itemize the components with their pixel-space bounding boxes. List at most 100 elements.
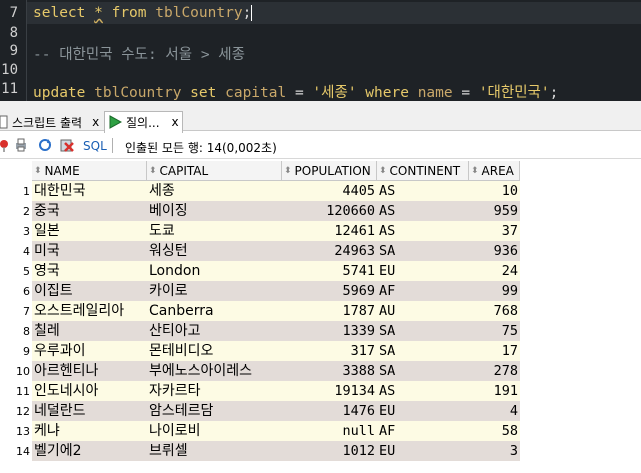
cell-capital[interactable]: 워싱턴: [147, 241, 282, 261]
cell-continent[interactable]: SA: [377, 361, 469, 381]
code-line-update[interactable]: update tblCountry set capital = '세종' whe…: [33, 81, 558, 101]
cell-continent[interactable]: AF: [377, 421, 469, 441]
tab-close-icon[interactable]: x: [172, 115, 179, 129]
cell-population[interactable]: 1476: [282, 401, 377, 421]
cell-continent[interactable]: AS: [377, 181, 469, 201]
cell-capital[interactable]: 베이징: [147, 201, 282, 221]
cell-capital[interactable]: 부에노스아이레스: [147, 361, 282, 381]
cell-capital[interactable]: 카이로: [147, 281, 282, 301]
row-number[interactable]: 2: [0, 205, 30, 218]
cell-continent[interactable]: AF: [377, 281, 469, 301]
row-number[interactable]: 7: [0, 305, 30, 318]
cell-population[interactable]: 12461: [282, 221, 377, 241]
code-line-comment[interactable]: -- 대한민국 수도: 서울 > 세종: [33, 43, 245, 64]
row-number[interactable]: 8: [0, 325, 30, 338]
sql-editor[interactable]: 7 8 9 10 11 select * from tblCountry; --…: [0, 0, 641, 101]
cell-continent[interactable]: SA: [377, 321, 469, 341]
tab-script-output[interactable]: 스크립트 출력 x: [0, 113, 99, 131]
sql-link[interactable]: SQL: [83, 139, 107, 153]
cell-area[interactable]: 58: [469, 421, 520, 441]
cell-area[interactable]: 37: [469, 221, 520, 241]
cell-name[interactable]: 우루과이: [32, 341, 147, 361]
print-icon[interactable]: [14, 138, 28, 152]
cell-name[interactable]: 아르헨티나: [32, 361, 147, 381]
cell-name[interactable]: 미국: [32, 241, 147, 261]
cell-area[interactable]: 24: [469, 261, 520, 281]
cell-name[interactable]: 중국: [32, 201, 147, 221]
cell-name[interactable]: 영국: [32, 261, 147, 281]
cell-continent[interactable]: AS: [377, 221, 469, 241]
column-header-capital[interactable]: ⬍ CAPITAL: [147, 161, 282, 181]
code-line-select[interactable]: select * from tblCountry;: [33, 5, 253, 21]
cell-capital[interactable]: 암스테르담: [147, 401, 282, 421]
cell-continent[interactable]: SA: [377, 341, 469, 361]
column-header-name[interactable]: ⬍ NAME: [32, 161, 147, 181]
cell-capital[interactable]: Canberra: [147, 301, 282, 321]
row-number[interactable]: 1: [0, 185, 30, 198]
row-number[interactable]: 13: [0, 425, 30, 438]
cell-area[interactable]: 4: [469, 401, 520, 421]
column-header-population[interactable]: ⬍ POPULATION: [282, 161, 377, 181]
cell-area[interactable]: 3: [469, 441, 520, 461]
cell-population[interactable]: 120660: [282, 201, 377, 221]
cell-name[interactable]: 인도네시아: [32, 381, 147, 401]
cell-area[interactable]: 191: [469, 381, 520, 401]
cell-capital[interactable]: 도쿄: [147, 221, 282, 241]
cell-population[interactable]: 1787: [282, 301, 377, 321]
cell-population[interactable]: 5969: [282, 281, 377, 301]
cell-continent[interactable]: SA: [377, 241, 469, 261]
cell-area[interactable]: 17: [469, 341, 520, 361]
cell-continent[interactable]: EU: [377, 401, 469, 421]
cell-capital[interactable]: 나이로비: [147, 421, 282, 441]
cell-area[interactable]: 768: [469, 301, 520, 321]
cell-name[interactable]: 오스트레일리아: [32, 301, 147, 321]
cell-continent[interactable]: AU: [377, 301, 469, 321]
row-number[interactable]: 3: [0, 225, 30, 238]
cell-continent[interactable]: EU: [377, 441, 469, 461]
cell-capital[interactable]: London: [147, 261, 282, 281]
row-number[interactable]: 5: [0, 265, 30, 278]
cell-population[interactable]: 5741: [282, 261, 377, 281]
cell-name[interactable]: 네덜란드: [32, 401, 147, 421]
row-number[interactable]: 6: [0, 285, 30, 298]
cell-population[interactable]: 24963: [282, 241, 377, 261]
cell-name[interactable]: 대한민국: [32, 181, 147, 201]
cell-capital[interactable]: 브뤼셀: [147, 441, 282, 461]
column-header-area[interactable]: ⬍ AREA: [469, 161, 520, 181]
refresh-icon[interactable]: [38, 138, 52, 152]
cell-area[interactable]: 75: [469, 321, 520, 341]
row-number[interactable]: 14: [0, 445, 30, 458]
cell-area[interactable]: 99: [469, 281, 520, 301]
row-number[interactable]: 10: [0, 365, 30, 378]
tab-close-icon[interactable]: x: [92, 115, 99, 129]
cell-continent[interactable]: AS: [377, 201, 469, 221]
delete-icon[interactable]: [60, 138, 74, 152]
cell-population[interactable]: 3388: [282, 361, 377, 381]
cell-continent[interactable]: AS: [377, 381, 469, 401]
cell-continent[interactable]: EU: [377, 261, 469, 281]
row-number[interactable]: 11: [0, 385, 30, 398]
cell-area[interactable]: 10: [469, 181, 520, 201]
cell-population[interactable]: 317: [282, 341, 377, 361]
cell-capital[interactable]: 산티아고: [147, 321, 282, 341]
cell-area[interactable]: 959: [469, 201, 520, 221]
cell-population[interactable]: 4405: [282, 181, 377, 201]
tab-query-result[interactable]: 질의... x: [108, 113, 179, 131]
pin-icon[interactable]: [0, 138, 14, 152]
cell-population[interactable]: 1012: [282, 441, 377, 461]
cell-population[interactable]: 1339: [282, 321, 377, 341]
cell-name[interactable]: 케냐: [32, 421, 147, 441]
cell-name[interactable]: 벨기에2: [32, 441, 147, 461]
row-number[interactable]: 12: [0, 405, 30, 418]
cell-capital[interactable]: 세종: [147, 181, 282, 201]
row-number[interactable]: 9: [0, 345, 30, 358]
column-header-continent[interactable]: ⬍ CONTINENT: [377, 161, 469, 181]
cell-area[interactable]: 936: [469, 241, 520, 261]
cell-name[interactable]: 칠레: [32, 321, 147, 341]
cell-name[interactable]: 이집트: [32, 281, 147, 301]
cell-capital[interactable]: 자카르타: [147, 381, 282, 401]
row-number[interactable]: 4: [0, 245, 30, 258]
cell-name[interactable]: 일본: [32, 221, 147, 241]
cell-population[interactable]: null: [282, 421, 377, 441]
cell-population[interactable]: 19134: [282, 381, 377, 401]
